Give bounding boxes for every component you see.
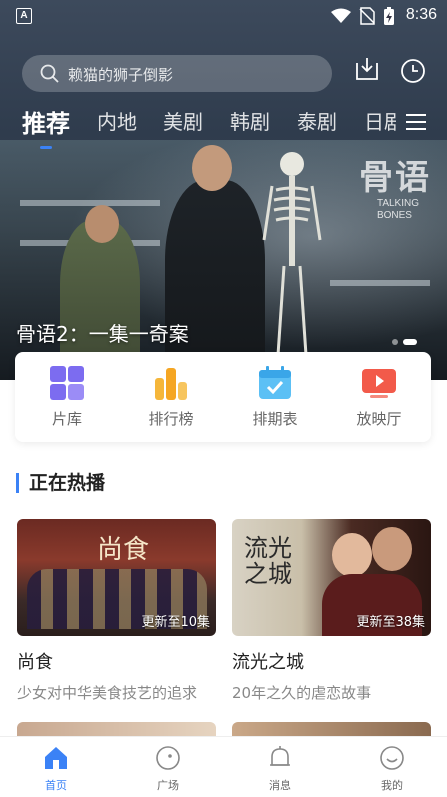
nav-profile[interactable]: 我的 <box>352 745 432 793</box>
no-sim-icon <box>359 7 375 25</box>
show-description: 20年之久的虐恋故事 <box>232 684 372 702</box>
tab-recommend[interactable]: 推荐 <box>22 104 70 139</box>
carousel-dot <box>392 339 398 345</box>
actor-figure <box>165 180 265 380</box>
quick-link-screening[interactable]: 放映厅 <box>339 366 419 429</box>
nav-label: 首页 <box>45 779 67 792</box>
nav-label: 我的 <box>381 779 403 792</box>
search-input[interactable]: 赖猫的狮子倒影 <box>22 55 332 92</box>
download-icon[interactable] <box>354 56 380 82</box>
section-title: 正在热播 <box>16 473 105 493</box>
tab-thai-drama[interactable]: 泰剧 <box>297 106 337 135</box>
quick-links-panel: 片库 排行榜 排期表 放映厅 <box>15 352 431 442</box>
actor-face <box>85 205 119 243</box>
carousel-indicator <box>387 330 417 349</box>
show-poster: 流光之城 更新至38集 <box>232 519 431 636</box>
quick-link-label: 排期表 <box>252 410 298 428</box>
wifi-icon <box>331 8 351 23</box>
ranking-icon <box>154 366 188 400</box>
show-card[interactable]: 流光之城 更新至38集 流光之城 20年之久的虐恋故事 <box>232 519 431 703</box>
shelf-decoration <box>20 200 160 206</box>
update-badge: 更新至10集 <box>141 615 210 630</box>
library-icon <box>50 366 84 400</box>
quick-link-label: 片库 <box>51 410 82 428</box>
poster-face <box>332 533 372 577</box>
tab-mainland[interactable]: 内地 <box>97 106 137 135</box>
search-placeholder: 赖猫的狮子倒影 <box>68 66 174 84</box>
update-badge: 更新至38集 <box>356 615 425 630</box>
show-poster: 尚食 更新至10集 <box>17 519 216 636</box>
show-title: 流光之城 <box>232 652 304 673</box>
battery-charging-icon <box>384 7 394 25</box>
nav-home[interactable]: 首页 <box>16 745 96 793</box>
tab-japanese-drama[interactable]: 日剧 <box>364 106 396 135</box>
skeleton-decoration <box>262 152 322 356</box>
show-poster-partial[interactable] <box>17 722 216 736</box>
nav-label: 消息 <box>269 779 291 792</box>
quick-link-library[interactable]: 片库 <box>27 366 107 429</box>
show-card[interactable]: 尚食 更新至10集 尚食 少女对中华美食技艺的追求 <box>17 519 216 703</box>
plaza-icon <box>156 746 180 770</box>
home-icon <box>45 747 67 769</box>
shelf-decoration <box>330 280 430 286</box>
poster-face <box>372 527 412 571</box>
active-tab-indicator <box>40 146 52 149</box>
nav-messages[interactable]: 消息 <box>240 745 320 793</box>
nav-plaza[interactable]: 广场 <box>128 745 208 793</box>
carousel-dot-active <box>403 339 417 345</box>
menu-icon[interactable] <box>405 112 427 132</box>
banner-watermark: 骨语 <box>359 158 431 198</box>
quick-link-schedule[interactable]: 排期表 <box>235 366 315 429</box>
quick-link-label: 放映厅 <box>356 410 402 428</box>
show-title: 尚食 <box>17 652 53 673</box>
tab-korean-drama[interactable]: 韩剧 <box>230 106 270 135</box>
quick-link-label: 排行榜 <box>148 410 194 428</box>
show-description: 少女对中华美食技艺的追求 <box>17 684 198 702</box>
status-bar: A 8:36 <box>0 0 447 34</box>
tab-us-drama[interactable]: 美剧 <box>163 106 203 135</box>
calendar-icon <box>258 366 292 400</box>
search-icon <box>40 64 59 83</box>
actor-face <box>192 145 232 191</box>
category-tabs: 推荐 内地 美剧 韩剧 泰剧 日剧 <box>0 104 447 149</box>
nav-label: 广场 <box>157 779 179 792</box>
status-time: 8:36 <box>405 6 437 23</box>
banner-watermark-en: TALKING BONES <box>376 198 419 221</box>
show-poster-partial[interactable] <box>232 722 431 736</box>
history-icon[interactable] <box>400 58 426 84</box>
quick-link-ranking[interactable]: 排行榜 <box>131 366 211 429</box>
bottom-navigation: 首页 广场 消息 我的 <box>0 736 447 797</box>
hero-banner[interactable]: 骨语 TALKING BONES A 8:36 赖猫的狮子倒影 推荐 内地 美剧… <box>0 0 447 380</box>
banner-title[interactable]: 骨语2：一集一奇案 <box>16 318 189 347</box>
bell-icon <box>270 746 290 766</box>
notification-badge: A <box>16 8 32 24</box>
poster-title: 尚食 <box>97 535 150 565</box>
screening-icon <box>362 366 396 400</box>
poster-title: 流光之城 <box>244 534 292 588</box>
profile-icon <box>380 746 404 770</box>
